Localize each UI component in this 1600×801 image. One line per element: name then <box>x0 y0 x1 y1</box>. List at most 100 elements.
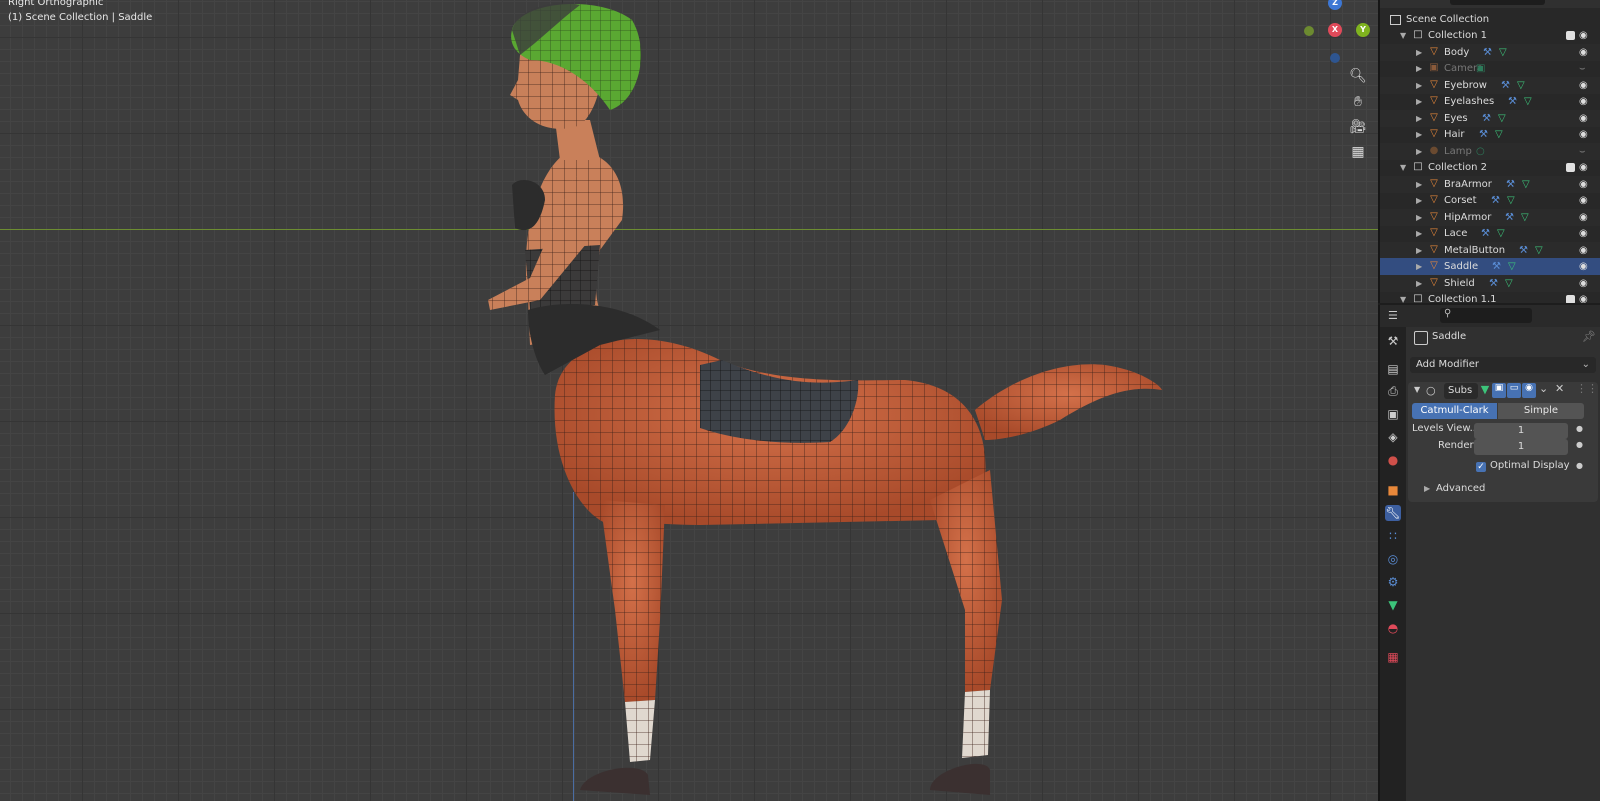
outliner-object-row[interactable]: ▶ ▽ Eyes ⚒ ▽ ◉ <box>1380 109 1600 127</box>
world-tab-icon[interactable]: ● <box>1385 452 1401 468</box>
outliner-collection-row[interactable]: ▼ □ Collection 1.1 ◉ <box>1380 291 1600 303</box>
outliner-scene-collection[interactable]: Scene Collection <box>1380 11 1600 28</box>
material-tab-icon[interactable]: ◓ <box>1385 620 1401 636</box>
catmull-clark-button[interactable]: Catmull-Clark <box>1412 403 1497 419</box>
eye-icon[interactable]: ◉ <box>1579 209 1588 226</box>
gizmo-x[interactable]: X <box>1328 23 1342 37</box>
outliner-object-row[interactable]: ▶ ▽ Body ⚒ ▽ ◉ <box>1380 43 1600 61</box>
collapse-icon[interactable]: ▼ <box>1414 385 1420 394</box>
hand-pan-icon[interactable]: ✋︎ <box>1348 92 1368 112</box>
expand-arrow-icon[interactable]: ▶ <box>1416 44 1424 61</box>
edit-mode-icon[interactable]: ▼ <box>1478 383 1492 398</box>
outliner-object-row[interactable]: ▶ ▽ BraArmor ⚒ ▽ ◉ <box>1380 175 1600 193</box>
expand-arrow-icon[interactable]: ▶ <box>1416 258 1424 275</box>
eye-icon[interactable]: ◉ <box>1579 126 1588 143</box>
expand-arrow-icon[interactable]: ▶ <box>1416 275 1424 292</box>
pin-icon[interactable]: 📌︎ <box>1582 330 1596 343</box>
expand-arrow-icon[interactable]: ▶ <box>1416 192 1424 209</box>
expand-arrow-icon[interactable]: ▶ <box>1416 209 1424 226</box>
outliner-object-row[interactable]: ▶ ▽ Corset ⚒ ▽ ◉ <box>1380 192 1600 209</box>
properties-panel[interactable]: ☰ ⚲ ⚒ ▤ ⎙ ▣ ◈ ● ■ 🔧︎ ∷ ◎ ⚙ ▼ ◓ ▦ Saddle … <box>1378 305 1600 801</box>
eye-hidden-icon[interactable]: ⌣ <box>1579 143 1586 160</box>
outliner-object-row[interactable]: ▶ ● Lamp ○ ⌣ <box>1380 142 1600 160</box>
gizmo-neg-z[interactable] <box>1330 53 1340 63</box>
render-camera-icon[interactable]: ◉ <box>1522 383 1536 398</box>
expand-arrow-icon[interactable]: ▶ <box>1416 110 1424 127</box>
tool-tab-icon[interactable]: ⚒ <box>1385 333 1401 349</box>
eye-icon[interactable]: ◉ <box>1579 242 1588 259</box>
eye-icon[interactable]: ◉ <box>1579 275 1588 292</box>
eye-icon[interactable]: ◉ <box>1579 225 1588 242</box>
render-tab-icon[interactable]: ▤ <box>1385 361 1401 377</box>
outliner-object-row[interactable]: ▶ ▣ Camera ▣ ⌣ <box>1380 60 1600 77</box>
collection-checkbox[interactable] <box>1566 295 1575 303</box>
object-tab-icon[interactable]: ■ <box>1385 482 1401 498</box>
add-modifier-dropdown[interactable]: Add Modifier ⌄ <box>1410 357 1596 373</box>
expand-arrow-icon[interactable]: ▼ <box>1400 159 1408 176</box>
outliner-object-row[interactable]: ▶ ▽ Eyebrow ⚒ ▽ ◉ <box>1380 76 1600 94</box>
levels-keyframe-dot[interactable]: ● <box>1576 424 1583 433</box>
expand-arrow-icon[interactable]: ▶ <box>1416 143 1424 160</box>
outliner-object-row[interactable]: ▶ ▽ Saddle ⚒ ▽ ◉ <box>1380 258 1600 275</box>
gizmo-neg-y[interactable] <box>1304 26 1314 36</box>
constraints-tab-icon[interactable]: ⚙ <box>1385 574 1401 590</box>
centaur-model[interactable] <box>0 0 1378 801</box>
output-tab-icon[interactable]: ⎙ <box>1385 383 1401 399</box>
eye-hidden-icon[interactable]: ⌣ <box>1579 60 1586 77</box>
editor-type-icon[interactable]: ☰ <box>1388 309 1408 322</box>
expand-arrow-icon[interactable]: ▶ <box>1416 60 1424 77</box>
modifier-menu-chevron-icon[interactable]: ⌄ <box>1539 382 1548 395</box>
render-levels-field[interactable]: 1 <box>1474 439 1568 455</box>
simple-button[interactable]: Simple <box>1498 403 1584 419</box>
eye-icon[interactable]: ◉ <box>1579 159 1588 176</box>
outliner-object-row[interactable]: ▶ ▽ Hair ⚒ ▽ ◉ <box>1380 126 1600 143</box>
outliner-object-row[interactable]: ▶ ▽ HipArmor ⚒ ▽ ◉ <box>1380 208 1600 226</box>
outliner-object-row[interactable]: ▶ ▽ Eyelashes ⚒ ▽ ◉ <box>1380 93 1600 110</box>
expand-arrow-icon[interactable]: ▶ <box>1416 77 1424 94</box>
physics-tab-icon[interactable]: ◎ <box>1385 551 1401 567</box>
expand-arrow-icon[interactable]: ▶ <box>1416 242 1424 259</box>
optimal-keyframe-dot[interactable]: ● <box>1576 461 1583 470</box>
texture-tab-icon[interactable]: ▦ <box>1385 649 1401 665</box>
view-layer-tab-icon[interactable]: ▣ <box>1385 406 1401 422</box>
outliner-collection-row[interactable]: ▼ □ Collection 2 ◉ <box>1380 159 1600 176</box>
zoom-icon[interactable]: 🔍︎ <box>1348 66 1368 86</box>
viewport-display-icon[interactable]: ▭ <box>1507 383 1521 398</box>
expand-advanced-icon[interactable]: ▶ <box>1424 484 1430 493</box>
eye-icon[interactable]: ◉ <box>1579 27 1588 44</box>
particles-tab-icon[interactable]: ∷ <box>1385 528 1401 544</box>
collection-checkbox[interactable] <box>1566 163 1575 172</box>
data-tab-icon[interactable]: ▼ <box>1385 597 1401 613</box>
eye-icon[interactable]: ◉ <box>1579 192 1588 209</box>
eye-icon[interactable]: ◉ <box>1579 77 1588 94</box>
outliner-object-row[interactable]: ▶ ▽ Shield ⚒ ▽ ◉ <box>1380 274 1600 292</box>
expand-arrow-icon[interactable]: ▶ <box>1416 176 1424 193</box>
expand-arrow-icon[interactable]: ▼ <box>1400 291 1408 303</box>
on-cage-icon[interactable]: ▣ <box>1492 383 1506 398</box>
expand-arrow-icon[interactable]: ▶ <box>1416 93 1424 110</box>
eye-icon[interactable]: ◉ <box>1579 176 1588 193</box>
eye-icon[interactable]: ◉ <box>1579 110 1588 127</box>
expand-arrow-icon[interactable]: ▼ <box>1400 27 1408 44</box>
close-icon[interactable]: ✕ <box>1555 382 1564 395</box>
drag-handle-icon[interactable]: ⋮⋮ <box>1576 382 1598 395</box>
eye-icon[interactable]: ◉ <box>1579 291 1588 303</box>
modifier-name-field[interactable]: Subs <box>1444 383 1478 399</box>
3d-viewport[interactable]: Right Orthographic (1) Scene Collection … <box>0 0 1378 801</box>
eye-icon[interactable]: ◉ <box>1579 44 1588 61</box>
gizmo-y[interactable]: Y <box>1356 23 1370 37</box>
outliner-panel[interactable]: Scene Collection ▼ □ Collection 1 ◉ ▶ ▽ Body ⚒ ▽ ◉… <box>1378 0 1600 303</box>
camera-view-icon[interactable]: 🎥︎ <box>1348 117 1368 137</box>
grid-ortho-icon[interactable]: ▦ <box>1348 142 1368 162</box>
modifier-tab-icon[interactable]: 🔧︎ <box>1385 505 1401 521</box>
expand-arrow-icon[interactable]: ▶ <box>1416 225 1424 242</box>
expand-arrow-icon[interactable]: ▶ <box>1416 126 1424 143</box>
levels-view-field[interactable]: 1 <box>1474 423 1568 439</box>
properties-search[interactable]: ⚲ <box>1440 308 1532 323</box>
advanced-subpanel-label[interactable]: Advanced <box>1436 483 1485 494</box>
scene-tab-icon[interactable]: ◈ <box>1385 429 1401 445</box>
optimal-display-checkbox[interactable]: ✓ <box>1476 462 1486 472</box>
render-keyframe-dot[interactable]: ● <box>1576 440 1583 449</box>
collection-checkbox[interactable] <box>1566 31 1575 40</box>
outliner-search[interactable] <box>1450 0 1545 5</box>
